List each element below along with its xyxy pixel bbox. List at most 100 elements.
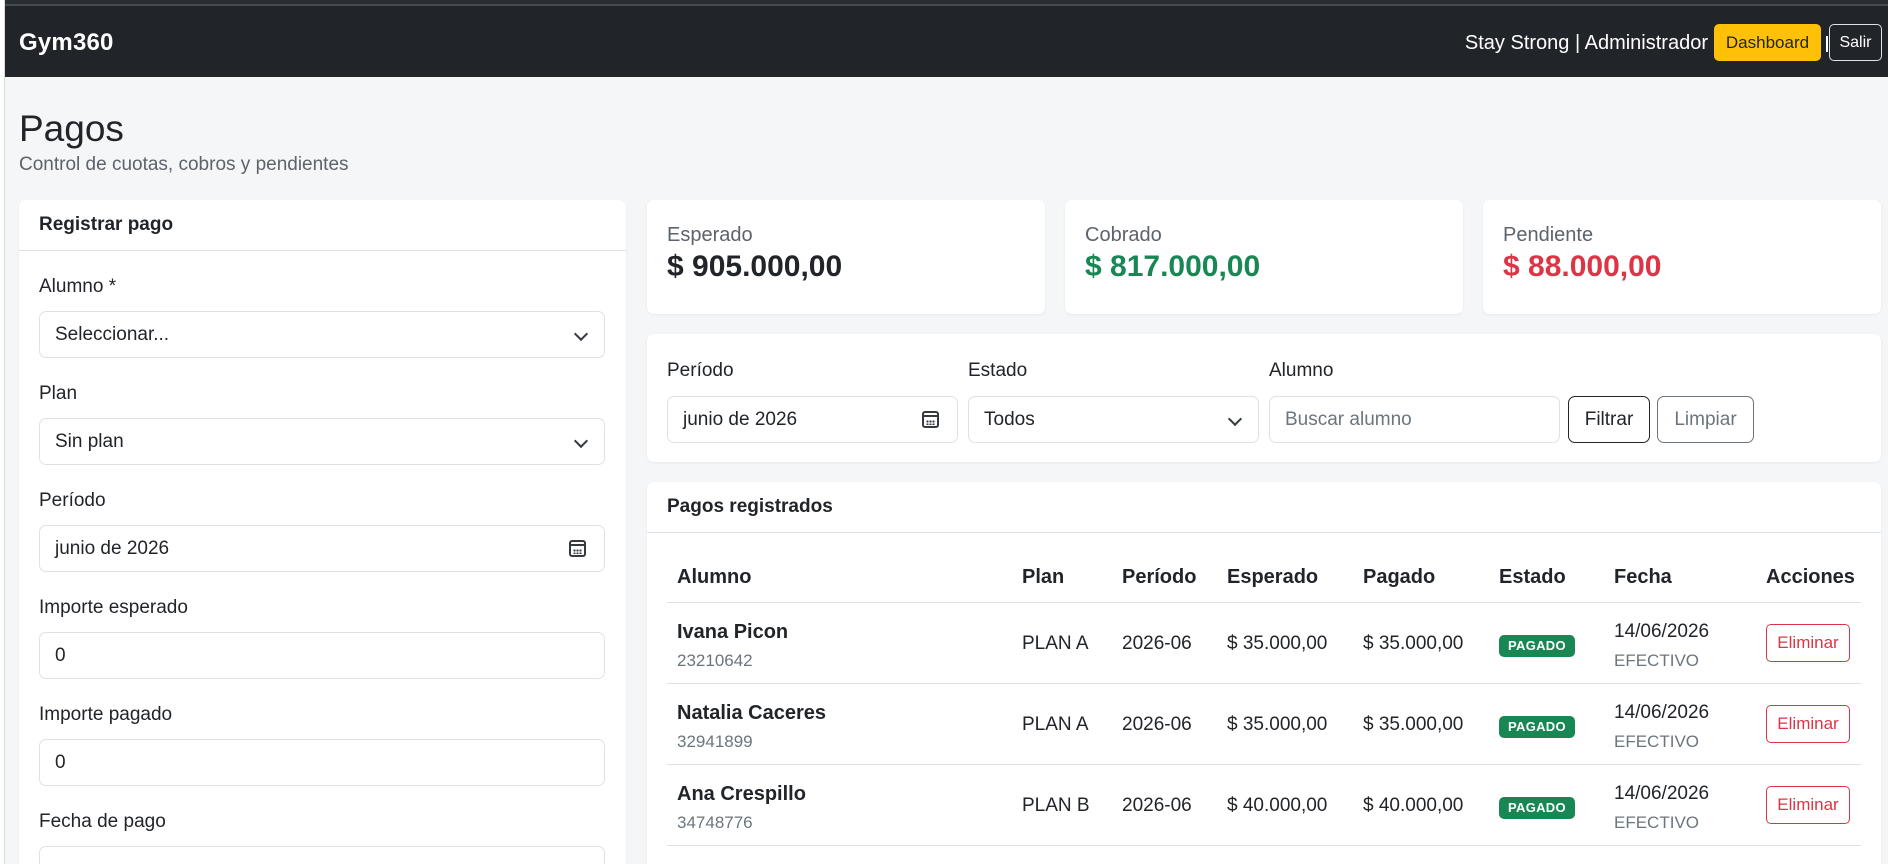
- column-header-estado: Estado: [1499, 566, 1566, 588]
- alumno-select-value: Seleccionar...: [55, 324, 170, 345]
- page-subtitle: Control de cuotas, cobros y pendientes: [19, 154, 349, 175]
- table-row: Ana Crespillo 34748776 PLAN B 2026-06 $ …: [667, 765, 1861, 846]
- filter-estado-value: Todos: [984, 409, 1035, 430]
- filter-alumno-label: Alumno: [1269, 360, 1334, 381]
- row-plan: PLAN B: [1022, 795, 1090, 816]
- row-fecha: 14/06/2026: [1614, 621, 1710, 642]
- nav-separator: [1826, 36, 1828, 52]
- column-header-plan: Plan: [1022, 566, 1065, 588]
- stat-esperado-label: Esperado: [667, 224, 753, 246]
- importe-esperado-label: Importe esperado: [39, 597, 188, 618]
- stat-card-esperado: Esperado $ 905.000,00: [647, 200, 1045, 314]
- eliminar-button[interactable]: Eliminar: [1766, 624, 1850, 662]
- page-title: Pagos: [19, 108, 124, 149]
- chevron-down-icon: [573, 326, 589, 342]
- stat-pendiente-label: Pendiente: [1503, 224, 1594, 246]
- stat-card-pendiente: Pendiente $ 88.000,00: [1483, 200, 1881, 314]
- column-header-pagado: Pagado: [1363, 566, 1436, 588]
- stat-cobrado-value: $ 817.000,00: [1085, 250, 1261, 283]
- stat-card-cobrado: Cobrado $ 817.000,00: [1065, 200, 1463, 314]
- column-header-esperado: Esperado: [1227, 566, 1319, 588]
- stat-esperado-value: $ 905.000,00: [667, 250, 843, 283]
- row-esperado: $ 35.000,00: [1227, 714, 1328, 735]
- row-alumno-name: Ana Crespillo: [677, 783, 806, 805]
- filtrar-button[interactable]: Filtrar: [1568, 396, 1650, 443]
- column-header-fecha: Fecha: [1614, 566, 1672, 588]
- row-metodo: EFECTIVO: [1614, 813, 1700, 832]
- eliminar-button[interactable]: Eliminar: [1766, 705, 1850, 743]
- periodo-input-value: junio de 2026: [55, 538, 170, 559]
- payments-table: Alumno Plan Período Esperado Pagado Esta…: [667, 550, 1861, 846]
- row-alumno-dni: 23210642: [677, 651, 753, 670]
- periodo-label: Período: [39, 490, 106, 511]
- importe-pagado-input[interactable]: 0: [39, 739, 605, 786]
- column-header-alumno: Alumno: [677, 566, 752, 588]
- row-alumno-dni: 34748776: [677, 813, 753, 832]
- chevron-down-icon: [1227, 411, 1243, 427]
- row-metodo: EFECTIVO: [1614, 651, 1700, 670]
- row-pagado: $ 35.000,00: [1363, 714, 1464, 735]
- filter-estado-label: Estado: [968, 360, 1028, 381]
- stat-pendiente-value: $ 88.000,00: [1503, 250, 1662, 283]
- calendar-icon[interactable]: [922, 411, 939, 428]
- row-alumno-name: Ivana Picon: [677, 621, 789, 643]
- register-payment-card: Registrar pago Alumno * Seleccionar... P…: [19, 200, 626, 864]
- status-badge: PAGADO: [1499, 635, 1575, 657]
- chevron-down-icon: [573, 433, 589, 449]
- plan-select[interactable]: Sin plan: [39, 418, 605, 465]
- importe-pagado-value: 0: [55, 752, 66, 773]
- status-badge: PAGADO: [1499, 716, 1575, 738]
- row-pagado: $ 40.000,00: [1363, 795, 1464, 816]
- row-periodo: 2026-06: [1122, 714, 1192, 735]
- fecha-pago-input[interactable]: [39, 846, 605, 864]
- filter-periodo-label: Período: [667, 360, 734, 381]
- filter-estado-select[interactable]: Todos: [968, 396, 1259, 443]
- limpiar-button[interactable]: Limpiar: [1657, 396, 1754, 443]
- alumno-select[interactable]: Seleccionar...: [39, 311, 605, 358]
- alumno-label: Alumno *: [39, 276, 117, 297]
- row-metodo: EFECTIVO: [1614, 732, 1700, 751]
- column-header-periodo: Período: [1122, 566, 1197, 588]
- row-alumno-name: Natalia Caceres: [677, 702, 826, 724]
- logout-button[interactable]: Salir: [1829, 24, 1882, 61]
- stat-cobrado-label: Cobrado: [1085, 224, 1162, 246]
- row-periodo: 2026-06: [1122, 795, 1192, 816]
- eliminar-button[interactable]: Eliminar: [1766, 786, 1850, 824]
- row-fecha: 14/06/2026: [1614, 702, 1710, 723]
- filter-card: Período junio de 2026 Estado Todos Alumn…: [647, 334, 1881, 462]
- periodo-month-input[interactable]: junio de 2026: [39, 525, 605, 572]
- navbar: Gym360 Stay Strong | Administrador Dashb…: [5, 4, 1888, 77]
- row-alumno-dni: 32941899: [677, 732, 753, 751]
- filter-alumno-placeholder: Buscar alumno: [1285, 409, 1412, 430]
- column-header-acciones: Acciones: [1766, 566, 1855, 588]
- filter-alumno-search-input[interactable]: Buscar alumno: [1269, 396, 1560, 443]
- row-esperado: $ 35.000,00: [1227, 633, 1328, 654]
- register-payment-header: Registrar pago: [19, 200, 626, 251]
- importe-pagado-label: Importe pagado: [39, 704, 173, 725]
- calendar-icon[interactable]: [569, 540, 586, 557]
- importe-esperado-input[interactable]: 0: [39, 632, 605, 679]
- payments-table-card: Pagos registrados Alumno Plan Período Es…: [647, 482, 1881, 864]
- plan-select-value: Sin plan: [55, 431, 124, 452]
- app-window: Gym360 Stay Strong | Administrador Dashb…: [0, 0, 1888, 864]
- row-plan: PLAN A: [1022, 633, 1089, 654]
- status-badge: PAGADO: [1499, 797, 1575, 819]
- row-plan: PLAN A: [1022, 714, 1089, 735]
- dashboard-button[interactable]: Dashboard: [1714, 24, 1821, 61]
- row-pagado: $ 35.000,00: [1363, 633, 1464, 654]
- filter-periodo-value: junio de 2026: [683, 409, 798, 430]
- payments-table-header: Pagos registrados: [647, 482, 1881, 533]
- brand-logo[interactable]: Gym360: [19, 29, 114, 57]
- fecha-pago-label: Fecha de pago: [39, 811, 166, 832]
- row-fecha: 14/06/2026: [1614, 783, 1710, 804]
- importe-esperado-value: 0: [55, 645, 66, 666]
- filter-periodo-input[interactable]: junio de 2026: [667, 396, 958, 443]
- row-esperado: $ 40.000,00: [1227, 795, 1328, 816]
- plan-label: Plan: [39, 383, 78, 404]
- row-periodo: 2026-06: [1122, 633, 1192, 654]
- table-header-row: Alumno Plan Período Esperado Pagado Esta…: [667, 550, 1861, 603]
- table-row: Natalia Caceres 32941899 PLAN A 2026-06 …: [667, 684, 1861, 765]
- table-row: Ivana Picon 23210642 PLAN A 2026-06 $ 35…: [667, 603, 1861, 684]
- user-info: Stay Strong | Administrador: [1464, 32, 1708, 54]
- window-left-border: [0, 0, 5, 864]
